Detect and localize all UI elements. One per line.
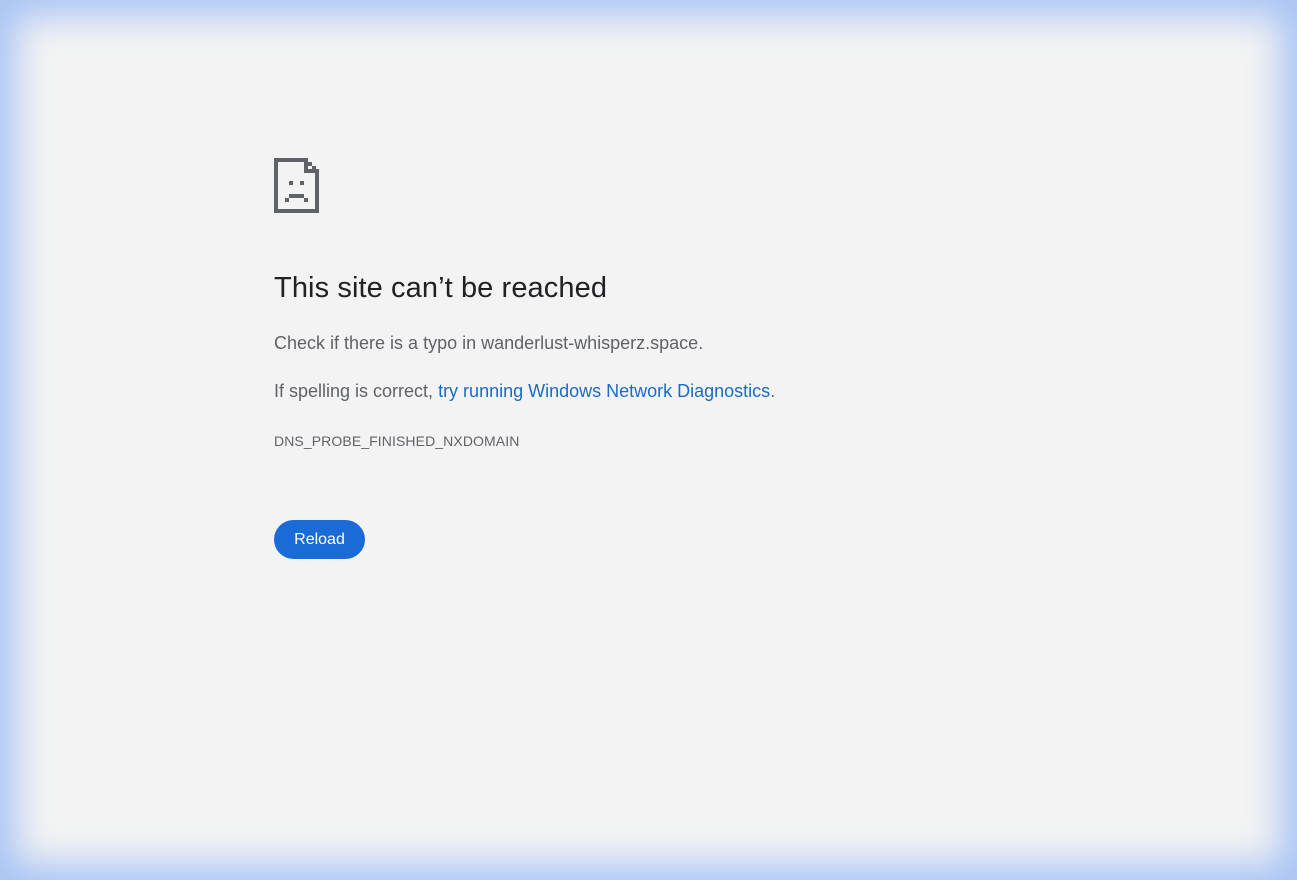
browser-viewport: This site can’t be reached Check if ther…	[0, 0, 1297, 880]
reload-button[interactable]: Reload	[274, 520, 365, 559]
error-content: This site can’t be reached Check if ther…	[274, 158, 974, 559]
sad-document-icon	[274, 158, 319, 213]
network-diagnostics-link[interactable]: try running Windows Network Diagnostics	[438, 381, 770, 401]
diagnostics-hint-suffix: .	[770, 381, 776, 401]
diagnostics-hint: If spelling is correct, try running Wind…	[274, 381, 775, 402]
page-title: This site can’t be reached	[274, 272, 608, 304]
typo-hint-text: Check if there is a typo in wanderlust-w…	[274, 333, 704, 353]
diagnostics-hint-prefix: If spelling is correct,	[274, 381, 439, 401]
error-code: DNS_PROBE_FINISHED_NXDOMAIN	[274, 433, 520, 449]
